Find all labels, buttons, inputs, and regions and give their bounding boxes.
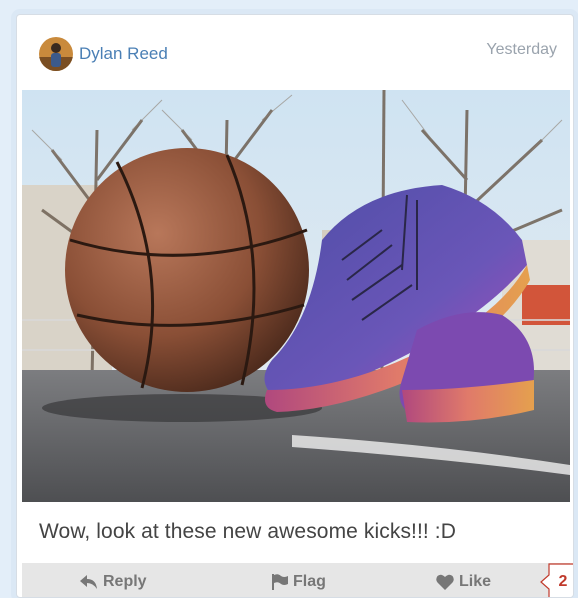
like-count-badge: 2 [537,563,573,597]
avatar[interactable] [39,37,73,71]
post-caption: Wow, look at these new awesome kicks!!! … [39,520,456,543]
author-name-link[interactable]: Dylan Reed [79,44,168,64]
post-actions-bar: Reply Flag Like [22,563,570,597]
flag-button[interactable]: Flag [272,571,326,593]
post-header: Dylan Reed Yesterday [17,15,573,89]
reply-arrow-icon [80,575,97,589]
like-label: Like [459,573,492,590]
post-photo[interactable] [22,90,570,502]
post-timestamp: Yesterday [486,41,557,58]
reply-button[interactable]: Reply [80,571,147,593]
like-button[interactable]: Like [436,571,491,593]
photo-illustration [22,90,570,502]
reply-label: Reply [103,573,147,590]
like-count: 2 [558,573,568,590]
heart-icon [436,574,454,590]
post-card: Dylan Reed Yesterday Wow, look at these … [16,14,574,598]
flag-icon [272,574,288,590]
flag-label: Flag [293,573,326,590]
